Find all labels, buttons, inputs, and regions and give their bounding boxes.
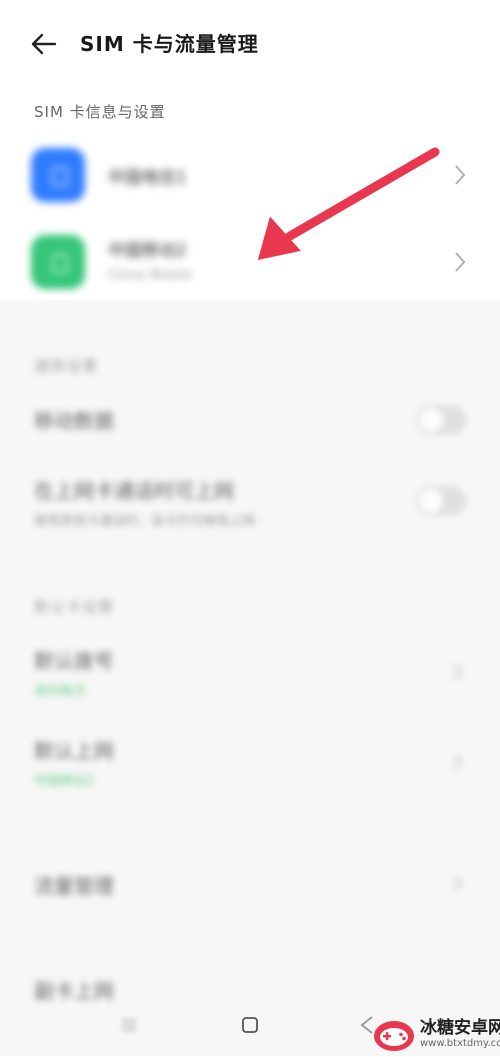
- menu-lines-icon: [122, 1019, 136, 1031]
- divider: [40, 568, 460, 569]
- watermark-logo: [372, 1015, 416, 1053]
- default-data-value: 中国移动2: [34, 774, 95, 789]
- default-data-label: 默认上网: [34, 739, 114, 763]
- watermark-url: www.btxtdmy.com: [420, 1038, 500, 1049]
- chevron-right-icon: [455, 165, 466, 185]
- call-data-toggle[interactable]: [416, 486, 466, 516]
- top-app-bar: SIM 卡与流量管理: [0, 0, 500, 90]
- watermark: 冰糖安卓网 www.btxtdmy.com: [372, 1012, 500, 1056]
- divider: [40, 828, 460, 829]
- default-call-label: 默认拨号: [34, 649, 114, 673]
- arrow-left-icon: [31, 33, 57, 55]
- divider: [40, 938, 460, 939]
- sim-card-subtitle: China Mobile: [108, 268, 192, 283]
- home-button[interactable]: [241, 1016, 259, 1034]
- section-title-default: 默认卡设置: [34, 598, 115, 616]
- mobile-data-toggle[interactable]: [416, 405, 466, 435]
- chevron-right-icon: [454, 664, 463, 680]
- call-data-subtitle: 使用其他卡通话时，该卡仍可继续上网: [34, 514, 256, 529]
- chevron-right-icon: [454, 754, 463, 770]
- sim-card-name: 中国移动2: [108, 241, 187, 261]
- data-management-label: 流量管理: [34, 874, 114, 898]
- page-title: SIM 卡与流量管理: [80, 32, 259, 56]
- section-title-general: 通用设置: [34, 357, 99, 375]
- call-data-label: 在上网卡通话时可上网: [34, 479, 234, 503]
- sim-card-icon: [31, 235, 85, 289]
- sim-card-name: 中国电信1: [108, 168, 187, 188]
- sim-card-item-1[interactable]: 中国电信1: [0, 143, 500, 229]
- watermark-title: 冰糖安卓网: [420, 1018, 500, 1038]
- mobile-data-label: 移动数据: [34, 409, 114, 433]
- recents-button[interactable]: [118, 1014, 140, 1036]
- section-title-sim: SIM 卡信息与设置: [34, 103, 166, 121]
- chevron-right-icon: [454, 875, 463, 891]
- game-controller-logo-icon: [374, 1021, 414, 1051]
- chevron-right-icon: [455, 252, 466, 272]
- sim-card-icon: [31, 148, 85, 202]
- square-home-icon: [242, 1017, 258, 1033]
- settings-list-blurred: 通用设置 移动数据 在上网卡通话时可上网 使用其他卡通话时，该卡仍可继续上网 默…: [0, 300, 500, 1056]
- back-button[interactable]: [28, 28, 60, 60]
- default-call-value: 询问每次: [34, 684, 87, 699]
